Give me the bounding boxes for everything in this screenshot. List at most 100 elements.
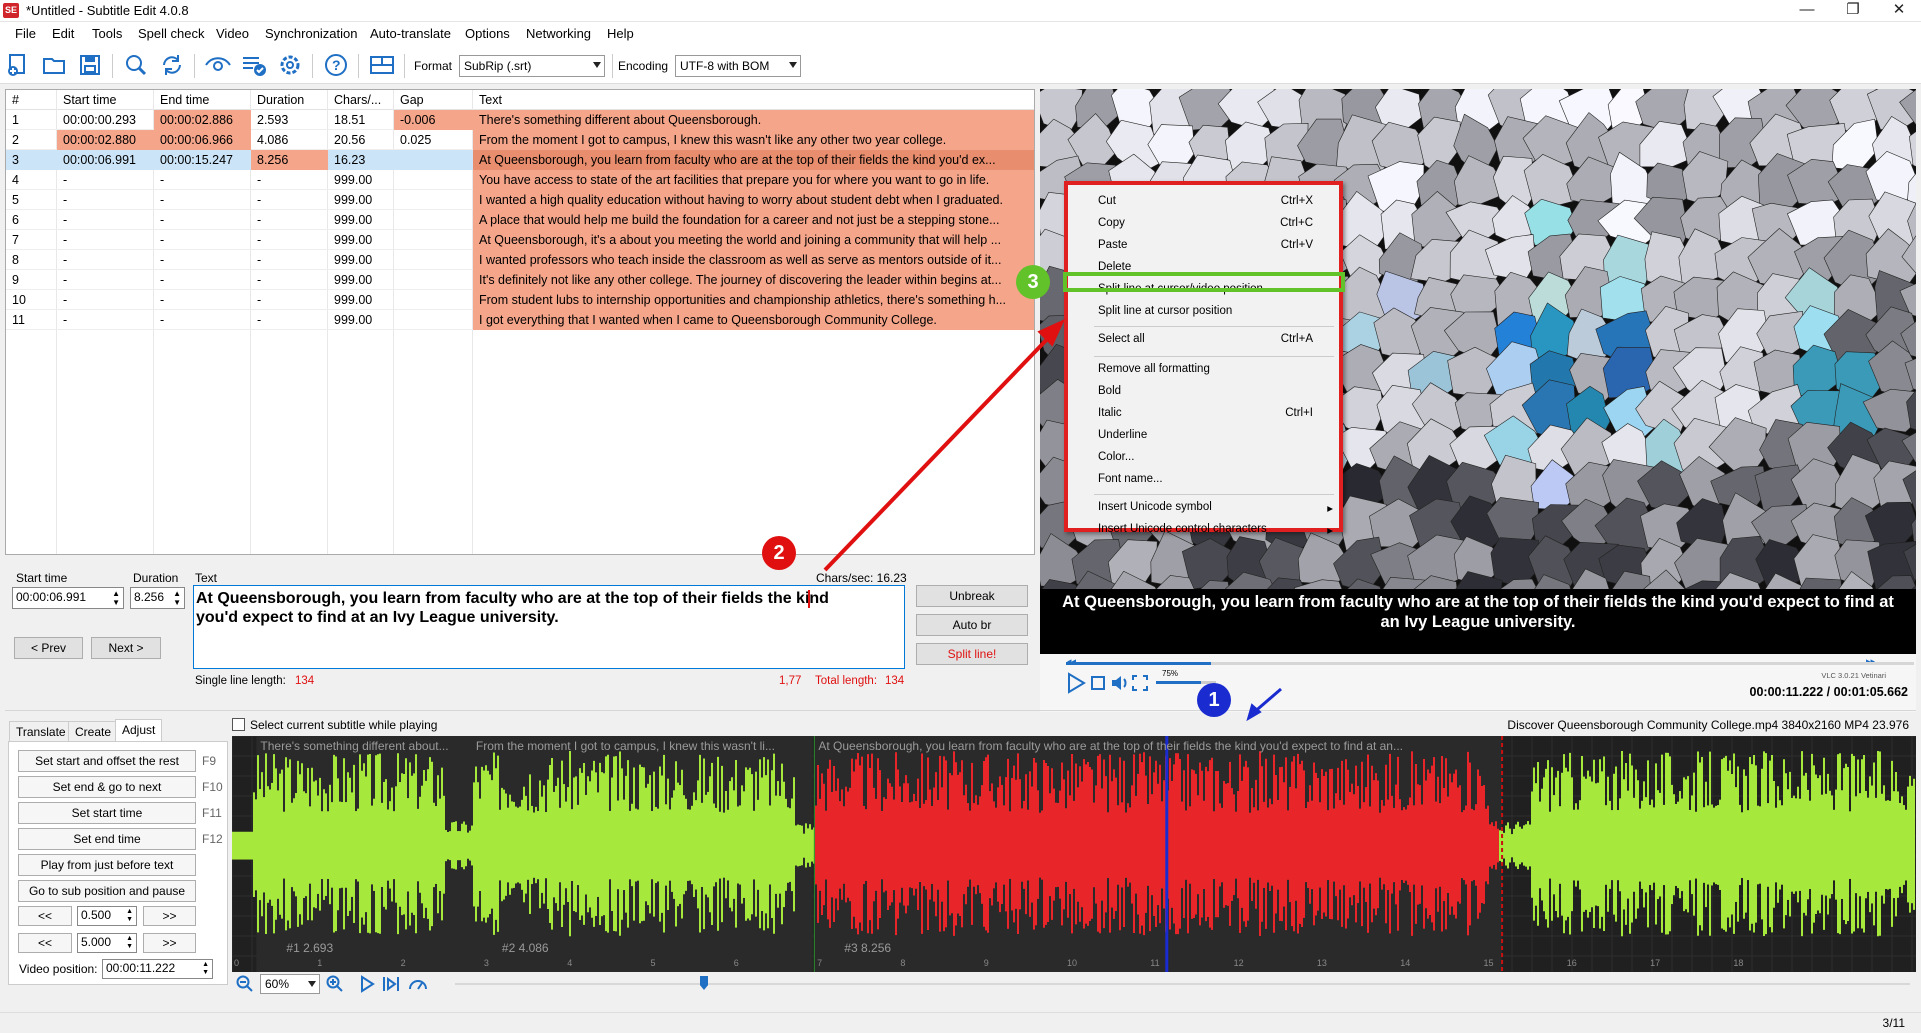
- context-menu-item-2[interactable]: Paste: [1098, 239, 1127, 251]
- grid-cell[interactable]: 1: [6, 110, 57, 130]
- help-icon[interactable]: ?: [322, 51, 350, 79]
- tab-create[interactable]: Create: [68, 721, 119, 742]
- grid-cell[interactable]: 20.56: [328, 130, 394, 150]
- visual-sync-icon[interactable]: [204, 51, 232, 79]
- unbreak-button[interactable]: Unbreak: [916, 585, 1028, 607]
- search-icon[interactable]: [122, 51, 150, 79]
- grid-cell[interactable]: 9: [6, 270, 57, 290]
- context-menu-item-6[interactable]: Select all: [1098, 333, 1145, 345]
- grid-cell[interactable]: 999.00: [328, 170, 394, 190]
- grid-cell[interactable]: -: [154, 290, 251, 310]
- grid-cell[interactable]: [394, 190, 473, 210]
- tab-adjust[interactable]: Adjust: [115, 719, 163, 743]
- grid-cell[interactable]: -: [57, 170, 154, 190]
- speed-icon[interactable]: [408, 975, 428, 996]
- layout-icon[interactable]: [368, 51, 396, 79]
- grid-cell[interactable]: 999.00: [328, 210, 394, 230]
- tab-translate[interactable]: Translate: [9, 721, 73, 742]
- menu-auto-translate[interactable]: Auto-translate: [370, 26, 451, 41]
- adjust-button-1[interactable]: Set end & go to next: [18, 776, 196, 798]
- col-header-4[interactable]: Chars/...: [328, 90, 394, 110]
- video-position-input[interactable]: 00:00:11.222 ▲ ▼: [102, 959, 213, 979]
- col-header-6[interactable]: Text: [473, 90, 1034, 110]
- zoom-in-icon[interactable]: [326, 975, 344, 996]
- split-line-button[interactable]: Split line!: [916, 643, 1028, 665]
- grid-cell[interactable]: 00:00:02.886: [154, 110, 251, 130]
- step1-back-button[interactable]: <<: [18, 906, 72, 926]
- grid-cell[interactable]: I wanted professors who teach inside the…: [473, 250, 1034, 270]
- grid-cell[interactable]: [394, 250, 473, 270]
- maximize-icon[interactable]: ❐: [1830, 0, 1876, 22]
- grid-cell[interactable]: [394, 270, 473, 290]
- col-header-5[interactable]: Gap: [394, 90, 473, 110]
- grid-cell[interactable]: 999.00: [328, 230, 394, 250]
- grid-cell[interactable]: You have access to state of the art faci…: [473, 170, 1034, 190]
- menu-networking[interactable]: Networking: [526, 26, 591, 41]
- menu-tools[interactable]: Tools: [92, 26, 122, 41]
- col-header-0[interactable]: #: [6, 90, 57, 110]
- grid-cell[interactable]: 8.256: [251, 150, 328, 170]
- subtitle-grid[interactable]: # Start time End time Duration Chars/... Gap T…: [5, 89, 1035, 555]
- grid-cell[interactable]: [394, 310, 473, 330]
- stop-icon[interactable]: [1090, 675, 1106, 694]
- col-header-1[interactable]: Start time: [57, 90, 154, 110]
- grid-cell[interactable]: 999.00: [328, 290, 394, 310]
- grid-cell[interactable]: 999.00: [328, 190, 394, 210]
- grid-cell[interactable]: 16.23: [328, 150, 394, 170]
- grid-cell[interactable]: -: [154, 250, 251, 270]
- grid-cell[interactable]: -: [154, 230, 251, 250]
- replace-icon[interactable]: [158, 51, 186, 79]
- grid-cell[interactable]: -: [154, 190, 251, 210]
- waveform-scroll[interactable]: [455, 983, 1910, 985]
- save-icon[interactable]: [76, 51, 104, 79]
- grid-cell[interactable]: -: [57, 290, 154, 310]
- close-icon[interactable]: ✕: [1876, 0, 1921, 22]
- encoding-select[interactable]: UTF-8 with BOM: [675, 55, 801, 77]
- grid-cell[interactable]: 999.00: [328, 250, 394, 270]
- context-menu-item-1[interactable]: Copy: [1098, 217, 1125, 229]
- play-icon[interactable]: [1064, 672, 1086, 697]
- grid-cell[interactable]: -: [251, 190, 328, 210]
- new-file-icon[interactable]: [4, 51, 32, 79]
- grid-cell[interactable]: 6: [6, 210, 57, 230]
- grid-cell[interactable]: -: [251, 210, 328, 230]
- adjust-button-0[interactable]: Set start and offset the rest: [18, 750, 196, 772]
- menu-file[interactable]: File: [15, 26, 36, 41]
- zoom-select[interactable]: 60%: [260, 974, 320, 994]
- grid-cell[interactable]: -: [57, 270, 154, 290]
- open-folder-icon[interactable]: [40, 51, 68, 79]
- context-menu-item-12[interactable]: Font name...: [1098, 473, 1163, 485]
- play-selection-icon[interactable]: [382, 975, 400, 996]
- grid-cell[interactable]: 4.086: [251, 130, 328, 150]
- context-menu-item-8[interactable]: Bold: [1098, 385, 1121, 397]
- adjust-button-4[interactable]: Play from just before text: [18, 854, 196, 876]
- grid-cell[interactable]: I got everything that I wanted when I ca…: [473, 310, 1034, 330]
- context-menu-item-14[interactable]: Insert Unicode control characters: [1098, 523, 1267, 535]
- grid-cell[interactable]: 00:00:06.991: [57, 150, 154, 170]
- zoom-out-icon[interactable]: [236, 975, 254, 996]
- grid-cell[interactable]: -: [251, 310, 328, 330]
- context-menu-item-13[interactable]: Insert Unicode symbol: [1098, 501, 1212, 513]
- grid-cell[interactable]: 18.51: [328, 110, 394, 130]
- menu-spell-check[interactable]: Spell check: [138, 26, 204, 41]
- grid-cell[interactable]: [394, 210, 473, 230]
- grid-cell[interactable]: A place that would help me build the fou…: [473, 210, 1034, 230]
- grid-cell[interactable]: 3: [6, 150, 57, 170]
- grid-cell[interactable]: There's something different about Queens…: [473, 110, 1034, 130]
- context-menu-item-9[interactable]: Italic: [1098, 407, 1122, 419]
- context-menu-item-10[interactable]: Underline: [1098, 429, 1147, 441]
- menu-synchronization[interactable]: Synchronization: [265, 26, 358, 41]
- grid-cell[interactable]: -: [57, 230, 154, 250]
- adjust-button-2[interactable]: Set start time: [18, 802, 196, 824]
- adjust-button-3[interactable]: Set end time: [18, 828, 196, 850]
- grid-cell[interactable]: 10: [6, 290, 57, 310]
- grid-cell[interactable]: 5: [6, 190, 57, 210]
- settings-gear-icon[interactable]: [276, 51, 304, 79]
- spell-check-icon[interactable]: [240, 51, 268, 79]
- select-current-checkbox[interactable]: [232, 718, 245, 731]
- menu-help[interactable]: Help: [607, 26, 634, 41]
- grid-cell[interactable]: From the moment I got to campus, I knew …: [473, 130, 1034, 150]
- subtitle-text-editor[interactable]: At Queensborough, you learn from faculty…: [193, 585, 905, 669]
- play-waveform-icon[interactable]: [358, 975, 376, 996]
- auto-br-button[interactable]: Auto br: [916, 614, 1028, 636]
